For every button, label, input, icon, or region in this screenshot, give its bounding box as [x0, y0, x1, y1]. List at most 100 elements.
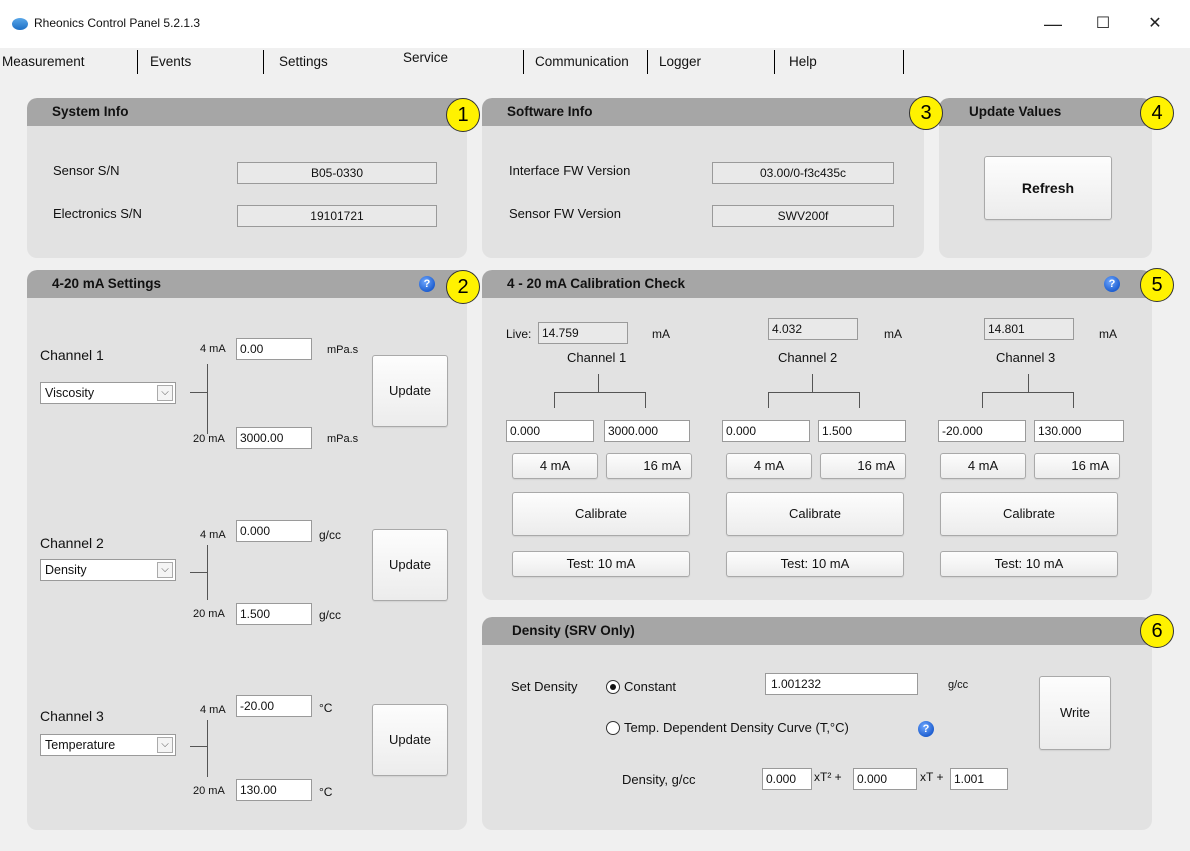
tree-line: [812, 374, 813, 392]
tab-settings[interactable]: Settings: [271, 48, 328, 76]
channel-2-low-unit: g/cc: [319, 528, 342, 542]
channel-3-update-button[interactable]: Update: [372, 704, 448, 776]
panel-title: Density (SRV Only): [512, 623, 635, 638]
tab-logger[interactable]: Logger: [651, 48, 701, 76]
range-line: [190, 392, 208, 393]
channel-2-16ma-button[interactable]: 16 mA: [820, 453, 906, 479]
panel-title: Software Info: [507, 104, 593, 119]
calibration-panel: 4 - 20 mA Calibration Check ? Live: 14.7…: [482, 270, 1152, 600]
tree-line: [645, 392, 646, 408]
constant-density-input[interactable]: 1.001232: [765, 673, 918, 695]
maximize-button[interactable]: ☐: [1080, 10, 1126, 38]
channel-1-high-input[interactable]: 3000.00: [236, 427, 312, 449]
badge-1: 1: [446, 98, 480, 132]
chevron-down-icon: ⌵: [157, 737, 173, 753]
channel-2-quantity-select[interactable]: Density ⌵: [40, 559, 176, 581]
channel-1-quantity-value: Viscosity: [45, 386, 95, 400]
channel-2-high-input[interactable]: 1.500: [818, 420, 906, 442]
help-icon[interactable]: ?: [918, 721, 934, 737]
channel-1-16ma-button[interactable]: 16 mA: [606, 453, 692, 479]
tab-communication[interactable]: Communication: [527, 48, 629, 76]
help-icon[interactable]: ?: [1104, 276, 1120, 292]
channel-3-quantity-value: Temperature: [45, 738, 116, 752]
channel-2-4ma-button[interactable]: 4 mA: [726, 453, 812, 479]
channel-3-test-button[interactable]: Test: 10 mA: [940, 551, 1118, 577]
channel-1-quantity-select[interactable]: Viscosity ⌵: [40, 382, 176, 404]
term-t-label: xT +: [920, 770, 944, 784]
channel-3-high-input[interactable]: 130.000: [1034, 420, 1124, 442]
panel-header: System Info: [27, 98, 467, 126]
minimize-button[interactable]: —: [1030, 10, 1076, 38]
badge-6: 6: [1140, 614, 1174, 648]
channel-3-quantity-select[interactable]: Temperature ⌵: [40, 734, 176, 756]
ma-settings-panel: 4-20 mA Settings ? Channel 1 Viscosity ⌵…: [27, 270, 467, 830]
channel-1-low-input[interactable]: 0.000: [506, 420, 594, 442]
tree-line: [554, 392, 555, 408]
badge-4: 4: [1140, 96, 1174, 130]
constant-label: Constant: [624, 679, 677, 694]
chevron-down-icon: ⌵: [157, 562, 173, 578]
channel-2-low-input[interactable]: 0.000: [722, 420, 810, 442]
channel-1-high-input[interactable]: 3000.000: [604, 420, 690, 442]
panel-title: System Info: [52, 104, 129, 119]
tab-separator: [263, 50, 264, 74]
tree-line: [768, 392, 860, 393]
close-button[interactable]: ✕: [1132, 10, 1178, 38]
tree-line: [768, 392, 769, 408]
channel-1-calibrate-button[interactable]: Calibrate: [512, 492, 690, 536]
tab-service[interactable]: Service: [395, 44, 448, 72]
badge-2: 2: [446, 270, 480, 304]
range-line: [190, 572, 208, 573]
interface-fw-value: 03.00/0-f3c435c: [712, 162, 894, 184]
range-line: [207, 720, 208, 777]
coef-c-input[interactable]: 1.001: [950, 768, 1008, 790]
channel-1-update-button[interactable]: Update: [372, 355, 448, 427]
sensor-fw-value: SWV200f: [712, 205, 894, 227]
tab-measurement[interactable]: Measurement: [0, 48, 85, 76]
tab-separator: [774, 50, 775, 74]
channel-3-calibrate-button[interactable]: Calibrate: [940, 492, 1118, 536]
channel-2-update-button[interactable]: Update: [372, 529, 448, 601]
channel-3-low-unit: °C: [319, 701, 333, 715]
curve-radio[interactable]: [606, 721, 620, 735]
constant-radio[interactable]: [606, 680, 620, 694]
density-unit: g/cc: [948, 679, 969, 691]
channel-3-name: Channel 3: [996, 350, 1056, 365]
electronics-sn-value: 19101721: [237, 205, 437, 227]
tab-separator: [523, 50, 524, 74]
channel-1-test-button[interactable]: Test: 10 mA: [512, 551, 690, 577]
channel-3-16ma-button[interactable]: 16 mA: [1034, 453, 1120, 479]
window-title: Rheonics Control Panel 5.2.1.3: [34, 16, 201, 30]
channel-3-4ma-button[interactable]: 4 mA: [940, 453, 1026, 479]
tab-events[interactable]: Events: [142, 48, 191, 76]
sensor-sn-value: B05-0330: [237, 162, 437, 184]
help-icon[interactable]: ?: [419, 276, 435, 292]
range-line: [207, 364, 208, 434]
interface-fw-label: Interface FW Version: [509, 163, 631, 178]
title-bar: Rheonics Control Panel 5.2.1.3 — ☐ ✕: [0, 0, 1190, 48]
refresh-button[interactable]: Refresh: [984, 156, 1112, 220]
channel-3-high-label: 20 mA: [193, 785, 225, 797]
channel-2-test-button[interactable]: Test: 10 mA: [726, 551, 904, 577]
coef-a-input[interactable]: 0.000: [762, 768, 812, 790]
channel-1-low-unit: mPa.s: [327, 344, 359, 356]
channel-3-high-input[interactable]: 130.00: [236, 779, 312, 801]
channel-1-4ma-button[interactable]: 4 mA: [512, 453, 598, 479]
write-button[interactable]: Write: [1039, 676, 1111, 750]
panel-title: Update Values: [969, 104, 1062, 119]
channel-2-calibrate-button[interactable]: Calibrate: [726, 492, 904, 536]
panel-header: 4 - 20 mA Calibration Check ?: [482, 270, 1152, 298]
channel-3-low-input[interactable]: -20.00: [236, 695, 312, 717]
channel-2-high-input[interactable]: 1.500: [236, 603, 312, 625]
tree-line: [598, 374, 599, 392]
coef-b-input[interactable]: 0.000: [853, 768, 917, 790]
tree-line: [982, 392, 983, 408]
tab-help[interactable]: Help: [781, 48, 817, 76]
channel-3-low-input[interactable]: -20.000: [938, 420, 1026, 442]
channel-3-live-unit: mA: [1099, 327, 1117, 341]
radio-dot: [610, 684, 616, 690]
channel-1-low-input[interactable]: 0.00: [236, 338, 312, 360]
density-g-cc-label: Density, g/cc: [622, 772, 696, 787]
channel-2-low-input[interactable]: 0.000: [236, 520, 312, 542]
app-icon: [12, 18, 28, 30]
